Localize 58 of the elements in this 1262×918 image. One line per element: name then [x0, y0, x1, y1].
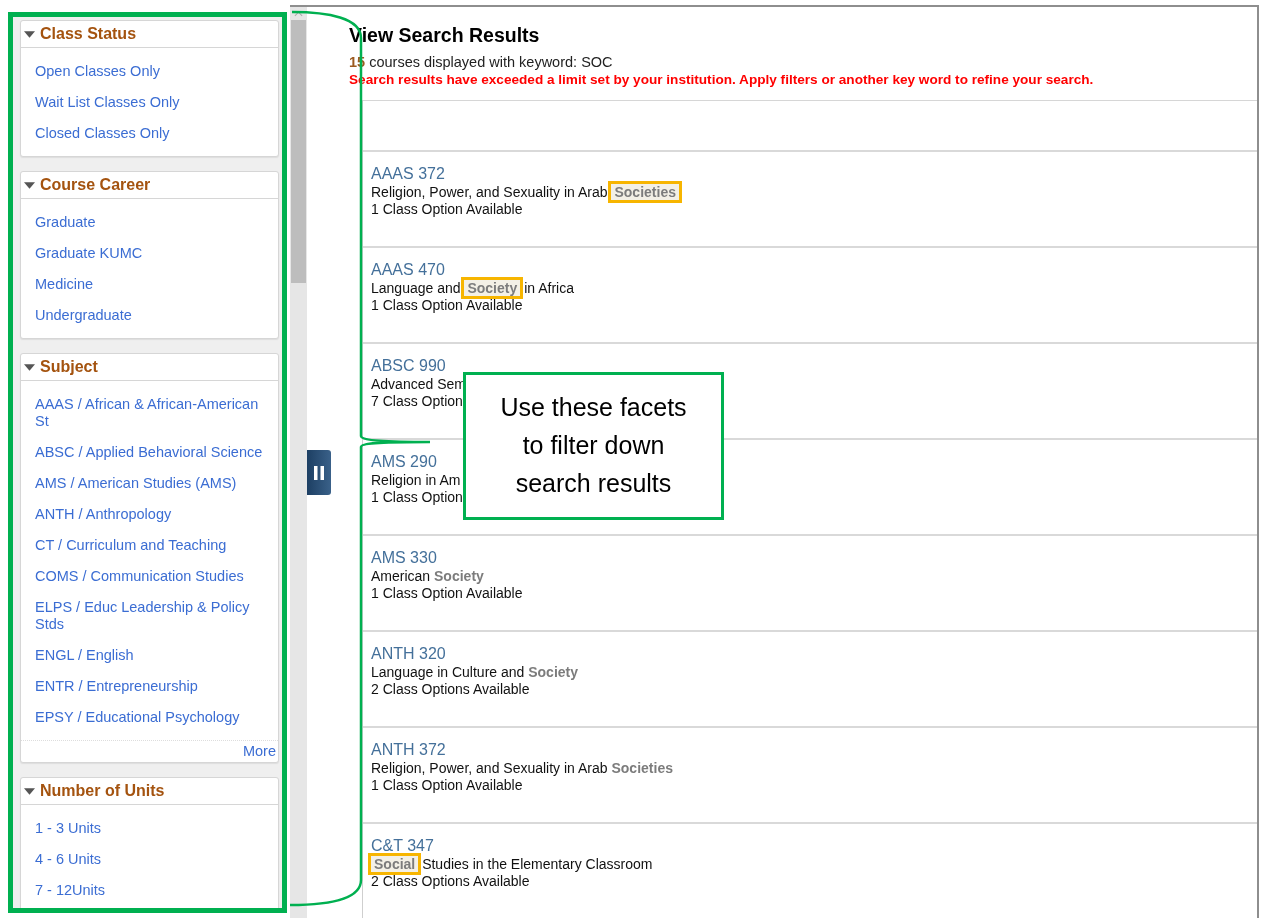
caret-icon[interactable]: [24, 179, 35, 191]
facet-link[interactable]: ELPS / Educ Leadership & Policy Stds: [35, 592, 270, 640]
facet-link[interactable]: ENGL / English: [35, 640, 134, 671]
bracket-point: [360, 435, 432, 448]
class-options-text: 2 Class Options Available: [371, 873, 530, 889]
facet-link[interactable]: Open Classes Only: [35, 56, 160, 87]
caret-icon[interactable]: [24, 28, 35, 40]
course-link[interactable]: AMS 290: [371, 453, 437, 471]
course-link[interactable]: ANTH 372: [371, 741, 446, 759]
callout-box: Use these facets to filter down search results: [463, 372, 724, 520]
facet-link[interactable]: Closed Classes Only: [35, 118, 170, 149]
facet-link[interactable]: 1 - 3 Units: [35, 813, 102, 844]
facet-link[interactable]: Graduate: [35, 207, 96, 238]
facet-title[interactable]: Class Status: [40, 25, 137, 43]
facet-link[interactable]: ENTR / Entrepreneurship: [35, 671, 198, 702]
class-options-text: 1 Class Option Available: [371, 297, 523, 313]
facet-link[interactable]: Medicine: [35, 269, 94, 300]
facet-link[interactable]: 4 - 6 Units: [35, 844, 102, 875]
class-options-text: 7 Class Option: [371, 393, 463, 409]
facet-link[interactable]: AAAS / African & African-American St: [35, 389, 270, 437]
class-options-text: 1 Class Option Available: [371, 585, 523, 601]
facet-link[interactable]: Wait List Classes Only: [35, 87, 180, 118]
caret-icon[interactable]: [24, 361, 35, 373]
caret-icon[interactable]: [24, 785, 35, 797]
facet-link[interactable]: AMS / American Studies (AMS): [35, 468, 237, 499]
course-link[interactable]: ANTH 320: [371, 645, 446, 663]
facet-link[interactable]: EPSY / Educational Psychology: [35, 702, 240, 733]
class-options-text: 1 Class Option Available: [371, 777, 523, 793]
facet-title[interactable]: Course Career: [40, 176, 151, 194]
course-title: Language and Society in Africa: [371, 280, 574, 297]
course-title: Language in Culture and Society: [371, 664, 579, 681]
facet-link[interactable]: Undergraduate: [35, 300, 132, 331]
facet-link[interactable]: CT / Curriculum and Teaching: [35, 530, 227, 561]
class-options-text: 1 Class Option: [371, 489, 463, 505]
class-options-text: 1 Class Option Available: [371, 201, 523, 217]
course-title: Social Studies in the Elementary Classroom: [371, 856, 653, 873]
facet-link[interactable]: 7 - 12Units: [35, 875, 106, 906]
course-title: American Society: [371, 568, 484, 585]
course-link[interactable]: AMS 330: [371, 549, 437, 567]
facet-title[interactable]: Number of Units: [40, 782, 165, 800]
course-link[interactable]: AAAS 470: [371, 261, 445, 279]
more-link[interactable]: More: [242, 743, 276, 759]
facet-link[interactable]: ANTH / Anthropology: [35, 499, 172, 530]
course-link[interactable]: ABSC 990: [371, 357, 446, 375]
collapse-button[interactable]: [307, 450, 331, 495]
scrollbar-thumb[interactable]: [291, 20, 306, 283]
facet-link[interactable]: ABSC / Applied Behavioral Science: [35, 437, 263, 468]
course-link[interactable]: C&T 347: [371, 837, 434, 855]
class-options-text: 2 Class Options Available: [371, 681, 530, 697]
facet-title[interactable]: Subject: [40, 358, 98, 376]
double-bar-icon: [314, 465, 324, 480]
course-title: Religion, Power, and Sexuality in Arab Societies: [371, 760, 673, 777]
facet-link[interactable]: COMS / Communication Studies: [35, 561, 244, 592]
course-link[interactable]: AAAS 372: [371, 165, 445, 183]
course-title: Religion, Power, and Sexuality in Arab Societies: [371, 184, 679, 201]
facet-link[interactable]: Graduate KUMC: [35, 238, 143, 269]
scrollbar[interactable]: [290, 7, 307, 918]
course-title: Religion in Am: [371, 472, 461, 489]
